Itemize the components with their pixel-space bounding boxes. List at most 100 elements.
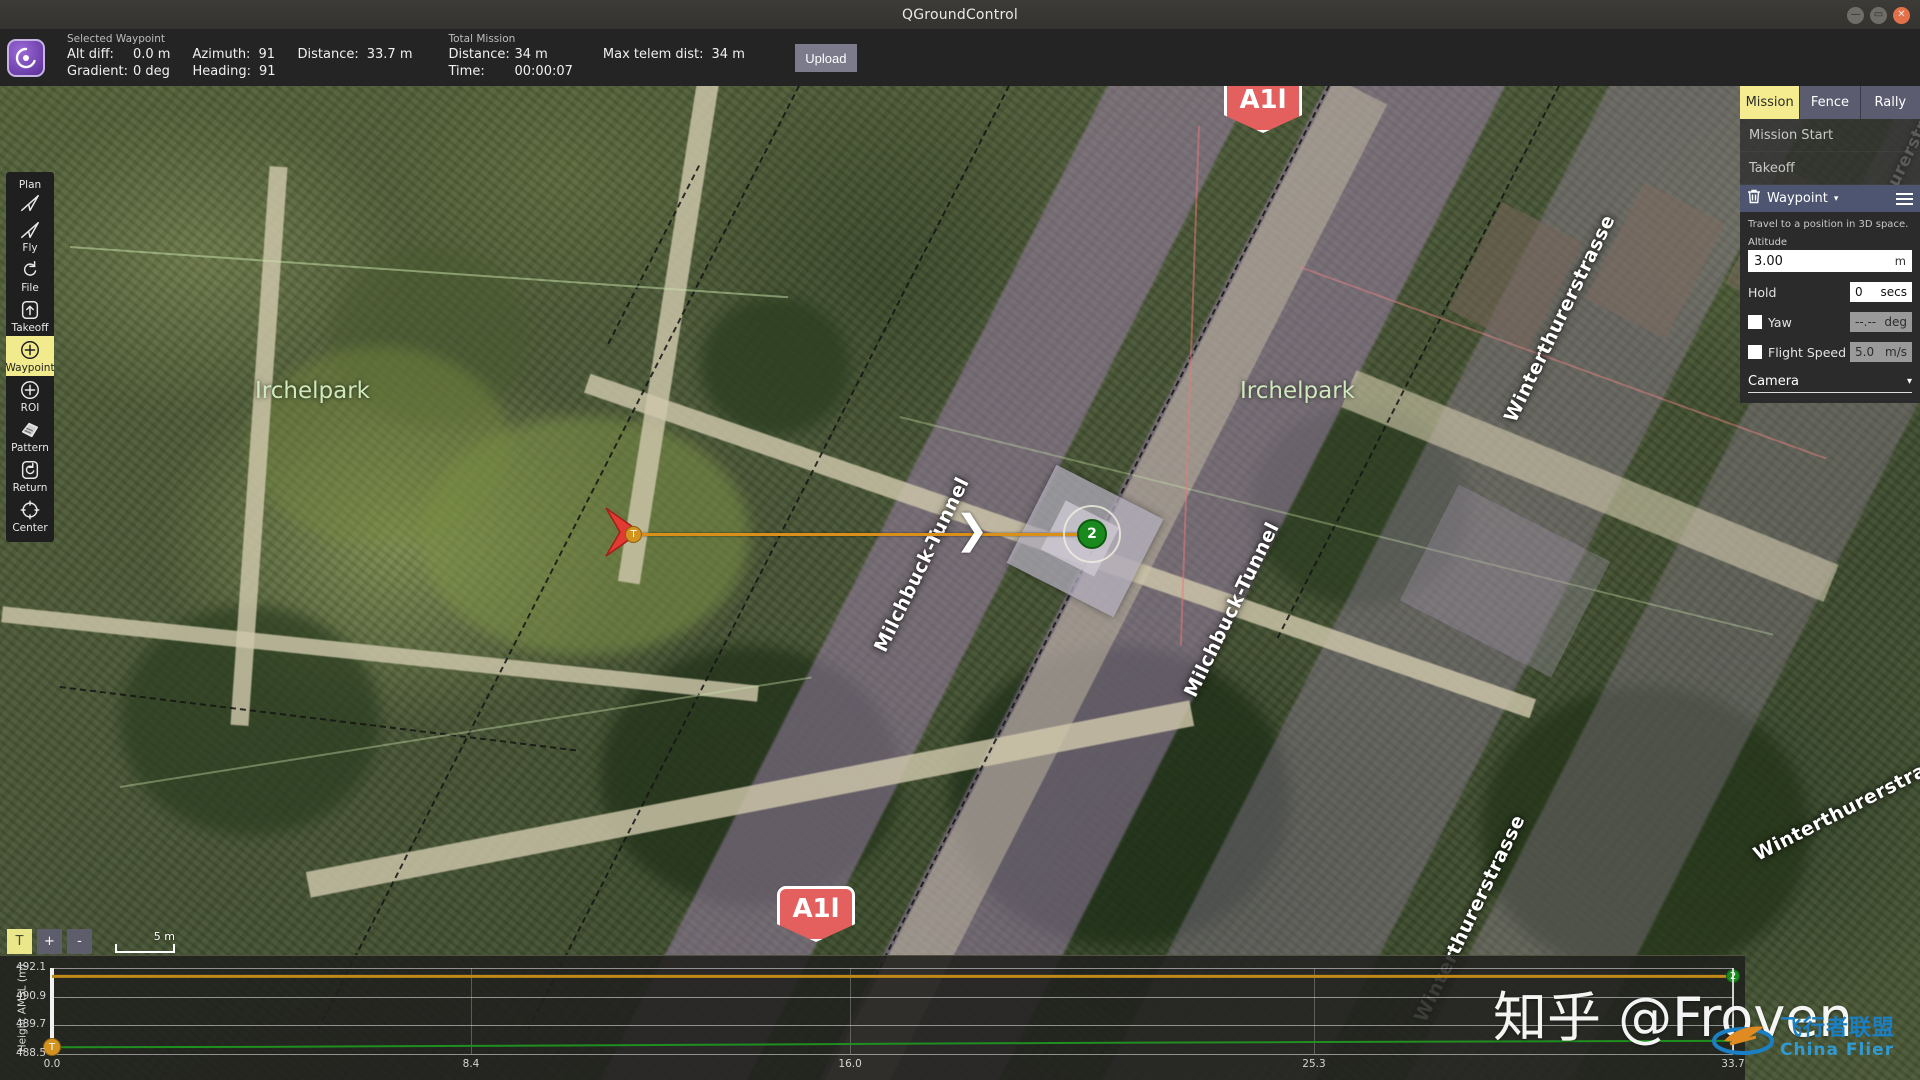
maximize-icon[interactable]: ▭ [1870, 6, 1887, 24]
hamburger-menu-icon[interactable] [1896, 192, 1913, 205]
y-tick-label: 492.1 [15, 961, 46, 973]
sync-icon [19, 259, 41, 281]
yaw-row: Yaw --.-- deg [1748, 312, 1912, 332]
mission-distance-row: Distance: 34 m [449, 46, 573, 63]
mission-path-line [634, 533, 1093, 536]
flight-speed-value: 5.0 [1855, 345, 1875, 359]
gradient-label: Gradient: [67, 64, 128, 79]
alt-diff-value: 0.0 m [133, 47, 171, 62]
map-view[interactable]: Irchelpark Irchelpark Milchbuck-Tunnel M… [0, 86, 1920, 1080]
tool-roi[interactable]: ROI [6, 376, 54, 416]
flight-speed-checkbox[interactable] [1748, 345, 1762, 359]
total-mission-header: Total Mission [448, 33, 516, 45]
tab-rally[interactable]: Rally [1860, 86, 1920, 119]
top-toolbar: Selected Waypoint Alt diff: 0.0 m Gradie… [0, 30, 1920, 86]
camera-chevron-down-icon[interactable]: ▾ [1907, 376, 1912, 387]
azimuth-label: Azimuth: [192, 47, 251, 62]
zoom-out-button[interactable]: - [67, 929, 92, 954]
altitude-label: Altitude [1748, 237, 1788, 248]
qgc-logo-icon[interactable] [7, 39, 45, 77]
plan-tab-bar: Mission Fence Rally [1740, 86, 1920, 119]
tool-label: Center [12, 522, 48, 534]
tool-label: Takeoff [11, 322, 49, 334]
waypoint-description: Travel to a position in 3D space. [1748, 219, 1909, 230]
azimuth-row: Azimuth: 91 [192, 46, 275, 63]
mission-time-label: Time: [448, 64, 485, 79]
hold-label: Hold [1748, 284, 1777, 300]
selected-waypoint-stats: Selected Waypoint Alt diff: 0.0 m Gradie… [67, 32, 435, 84]
tool-return[interactable]: Return [6, 456, 54, 496]
max-telem-row: Max telem dist: 34 m [603, 46, 745, 63]
window-titlebar: QGroundControl — ▭ ✕ [0, 0, 1920, 30]
gradient-value: 0 deg [133, 64, 170, 79]
selected-waypoint-header: Selected Waypoint [67, 33, 165, 45]
waypoint-marker-2[interactable]: 2 [1077, 519, 1107, 549]
pattern-icon [19, 419, 41, 441]
yaw-unit: deg [1884, 315, 1907, 329]
map-scale-bar: 5 m [115, 930, 175, 953]
yaw-checkbox[interactable] [1748, 315, 1762, 329]
tab-mission[interactable]: Mission [1740, 86, 1801, 119]
hold-row: Hold 0 secs [1748, 282, 1912, 302]
y-tick-label: 488.5 [15, 1047, 46, 1059]
series-terrain [51, 1039, 1734, 1049]
yaw-input[interactable]: --.-- deg [1850, 312, 1912, 332]
chevron-down-icon[interactable]: ▾ [1834, 194, 1839, 204]
mission-distance-value: 34 m [514, 47, 548, 62]
azimuth-heading-column: Azimuth: 91 Heading: 91 [192, 46, 275, 80]
tool-pattern[interactable]: Pattern [6, 416, 54, 456]
yaw-value: --.-- [1855, 315, 1877, 329]
alt-gradient-column: Alt diff: 0.0 m Gradient: 0 deg [67, 46, 170, 80]
waypoint-card-header[interactable]: Waypoint ▾ [1740, 185, 1920, 212]
terrain-toggle-button[interactable]: T [7, 929, 32, 954]
home-marker-label[interactable]: T [625, 526, 642, 543]
waypoint-card-title: Waypoint [1767, 191, 1828, 206]
tool-label: Fly [22, 242, 38, 254]
hold-input[interactable]: 0 secs [1850, 282, 1912, 302]
yaw-label: Yaw [1768, 314, 1792, 330]
elevation-plot-area: T2 [43, 968, 1740, 1057]
max-telem-label: Max telem dist: [602, 47, 704, 62]
takeoff-icon [19, 299, 41, 321]
flight-speed-row: Flight Speed 5.0 m/s [1748, 342, 1912, 362]
elevation-y-axis-label: Height AMSL (m) [16, 963, 29, 1053]
waypoint-distance-value: 33.7 m [366, 47, 413, 62]
trash-icon[interactable] [1747, 189, 1761, 208]
tool-label: Pattern [11, 442, 49, 454]
hold-unit: secs [1880, 285, 1907, 299]
azimuth-value: 91 [258, 47, 275, 62]
altitude-unit: m [1894, 254, 1906, 268]
close-icon[interactable]: ✕ [1893, 6, 1910, 24]
tool-file[interactable]: File [6, 256, 54, 296]
window-controls: — ▭ ✕ [1847, 0, 1910, 30]
y-tick-label: 489.7 [15, 1018, 46, 1031]
flight-speed-unit: m/s [1885, 345, 1907, 359]
flight-speed-input[interactable]: 5.0 m/s [1850, 342, 1912, 362]
tool-waypoint[interactable]: Waypoint [5, 336, 55, 376]
watermark-brand-cn: 飞行者联盟 [1780, 1015, 1896, 1041]
zoom-in-button[interactable]: + [37, 929, 62, 954]
map-scale-label: 5 m [153, 930, 175, 943]
tab-fence[interactable]: Fence [1800, 86, 1861, 119]
tool-plan[interactable]: Plan [6, 176, 54, 216]
minimize-icon[interactable]: — [1847, 6, 1864, 24]
x-tick-label: 0.0 [43, 1058, 61, 1070]
tool-label: Plan [18, 179, 42, 191]
max-telem-spacer [603, 32, 767, 46]
camera-section[interactable]: Camera ▾ [1748, 374, 1912, 393]
direction-chevron-icon: ❯ [955, 507, 989, 553]
tool-fly[interactable]: Fly [6, 216, 54, 256]
tool-label: Return [12, 482, 48, 494]
altitude-input[interactable]: 3.00 m [1748, 250, 1912, 272]
watermark-logo: 飞行者联盟 China Flier [1712, 1015, 1895, 1061]
tool-takeoff[interactable]: Takeoff [6, 296, 54, 336]
waypoint-distance-row: Distance: 33.7 m [298, 46, 413, 63]
tool-center[interactable]: Center [6, 496, 54, 536]
china-flier-logo-icon [1712, 1026, 1774, 1055]
upload-button[interactable]: Upload [794, 44, 857, 72]
mission-overlay: T ❯ 2 [0, 86, 1920, 1080]
altitude-value: 3.00 [1754, 253, 1783, 269]
plan-row-takeoff[interactable]: Takeoff [1740, 152, 1920, 185]
plan-row-mission-start[interactable]: Mission Start [1740, 119, 1920, 152]
x-tick-label: 25.3 [1302, 1058, 1326, 1070]
